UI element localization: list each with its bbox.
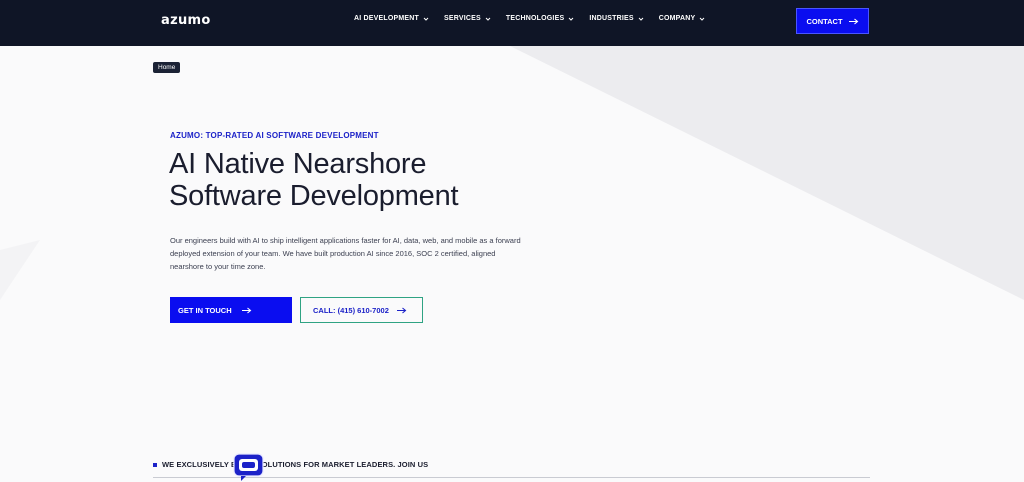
chevron-down-icon: [423, 17, 429, 21]
arrow-right-icon: [396, 307, 407, 313]
azumo-logo[interactable]: azumo: [161, 13, 211, 28]
nav-item-company[interactable]: COMPANY: [659, 15, 706, 22]
contact-button-label: CONTACT: [806, 16, 843, 26]
nav-item-ai-development[interactable]: AI DEVELOPMENT: [354, 15, 429, 22]
get-in-touch-label: GET IN TOUCH: [178, 305, 232, 315]
get-in-touch-button[interactable]: GET IN TOUCH: [170, 297, 292, 323]
chevron-down-icon: [700, 17, 705, 21]
top-navbar: azumo AI DEVELOPMENT SERVICES TECHNOLOGI…: [0, 0, 1024, 46]
nav-item-label: AI DEVELOPMENT: [354, 15, 420, 22]
nav-item-label: SERVICES: [444, 15, 481, 22]
main-nav-menu: AI DEVELOPMENT SERVICES TECHNOLOGIES IND…: [354, 15, 720, 22]
arrow-right-icon: [241, 307, 251, 313]
contact-button[interactable]: CONTACT: [796, 8, 869, 34]
nav-item-industries[interactable]: INDUSTRIES: [589, 15, 644, 22]
nav-item-label: INDUSTRIES: [589, 15, 634, 22]
hero-title-line2: Software Development: [169, 180, 459, 212]
call-phone-button[interactable]: CALL: (415) 610-7002: [300, 297, 423, 323]
nav-item-label: COMPANY: [658, 15, 696, 22]
chat-bubble-icon[interactable]: [232, 452, 265, 482]
hero-title: AI Native Nearshore Software Development: [169, 148, 569, 212]
chevron-down-icon: [568, 17, 574, 21]
hero-title-line1: AI Native Nearshore: [169, 148, 427, 180]
arrow-right-icon: [848, 18, 858, 24]
call-phone-label: CALL: (415) 610-7002: [313, 305, 389, 315]
chevron-down-icon: [638, 17, 644, 21]
ticker-text: WE EXCLUSIVELY BUILD SOLUTIONS FOR MARKE…: [162, 460, 429, 469]
ticker-bullet: [153, 463, 157, 467]
nav-item-technologies[interactable]: TECHNOLOGIES: [506, 15, 574, 22]
nav-item-label: TECHNOLOGIES: [505, 15, 565, 22]
hero-description: Our engineers build with AI to ship inte…: [170, 236, 521, 271]
nav-item-services[interactable]: SERVICES: [444, 15, 491, 22]
breadcrumb-home[interactable]: Home: [153, 62, 181, 73]
hero-eyebrow: AZUMO: TOP-RATED AI SOFTWARE DEVELOPMENT: [170, 131, 379, 140]
chevron-down-icon: [485, 17, 491, 21]
